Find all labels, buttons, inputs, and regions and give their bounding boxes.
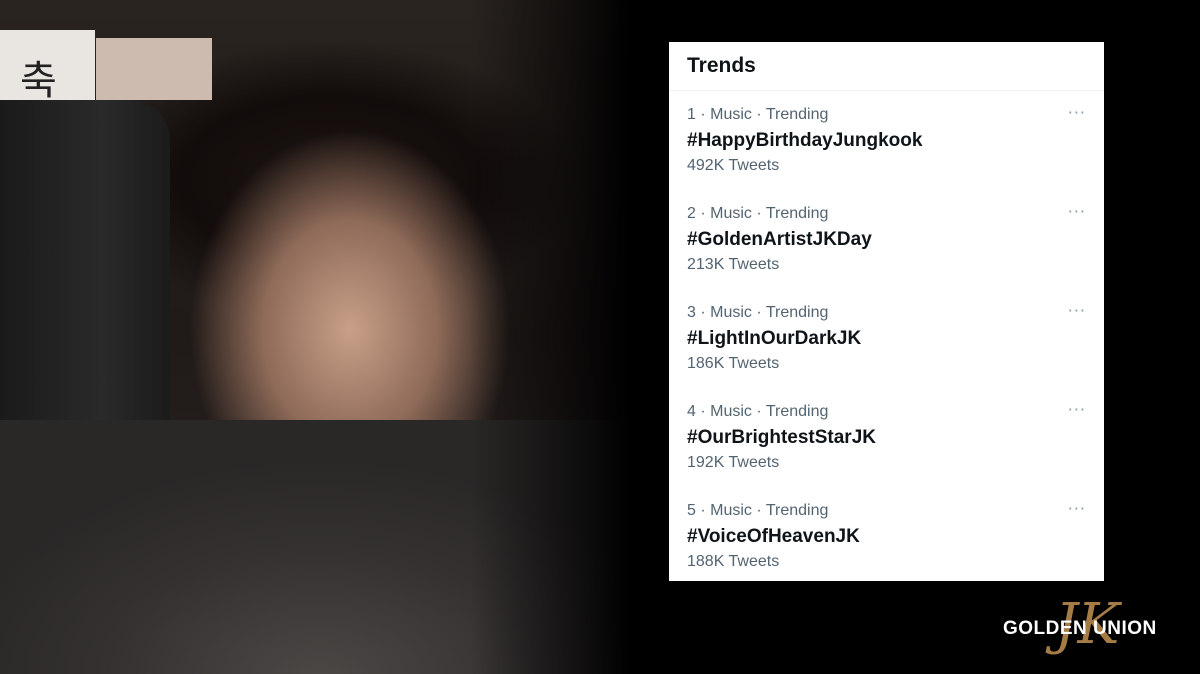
poster-text: 축 xyxy=(20,58,57,104)
photo-fade xyxy=(470,0,630,674)
trend-tweet-count: 186K Tweets xyxy=(687,355,780,372)
trend-category: · Music · Trending xyxy=(700,205,829,222)
wall-photo xyxy=(96,38,212,100)
trend-meta: 3 · Music · Trending xyxy=(687,303,1086,323)
golden-union-logo: JK GOLDEN UNION xyxy=(1000,592,1180,662)
trend-rank: 2 xyxy=(687,205,696,222)
trend-tweet-count: 188K Tweets xyxy=(687,553,780,570)
trend-meta: 2 · Music · Trending xyxy=(687,204,1086,224)
trend-meta: 5 · Music · Trending xyxy=(687,501,1086,521)
trend-meta: 1 · Music · Trending xyxy=(687,105,1086,125)
trend-tweet-count: 213K Tweets xyxy=(687,256,780,273)
trend-category: · Music · Trending xyxy=(700,106,829,123)
more-options-icon[interactable]: ··· xyxy=(1068,499,1086,518)
trends-header: Trends xyxy=(669,42,1104,91)
trend-category: · Music · Trending xyxy=(700,502,829,519)
trend-item[interactable]: 1 · Music · Trending #HappyBirthdayJungk… xyxy=(669,91,1104,190)
more-options-icon[interactable]: ··· xyxy=(1068,400,1086,419)
trend-rank: 3 xyxy=(687,304,696,321)
trend-item[interactable]: 2 · Music · Trending #GoldenArtistJKDay … xyxy=(669,190,1104,289)
trend-meta: 4 · Music · Trending xyxy=(687,402,1086,422)
trend-hashtag[interactable]: #GoldenArtistJKDay xyxy=(687,227,1086,253)
trend-rank: 5 xyxy=(687,502,696,519)
trend-item[interactable]: 4 · Music · Trending #OurBrightestStarJK… xyxy=(669,388,1104,487)
trend-category: · Music · Trending xyxy=(700,403,829,420)
trend-hashtag[interactable]: #VoiceOfHeavenJK xyxy=(687,524,1086,550)
more-options-icon[interactable]: ··· xyxy=(1068,202,1086,221)
more-options-icon[interactable]: ··· xyxy=(1068,301,1086,320)
trend-item[interactable]: 3 · Music · Trending #LightInOurDarkJK 1… xyxy=(669,289,1104,388)
trend-category: · Music · Trending xyxy=(700,304,829,321)
trends-card: Trends 1 · Music · Trending #HappyBirthd… xyxy=(669,42,1104,581)
trends-title: Trends xyxy=(687,54,756,77)
trend-hashtag[interactable]: #OurBrightestStarJK xyxy=(687,425,1086,451)
trend-tweet-count: 492K Tweets xyxy=(687,157,780,174)
trend-rank: 4 xyxy=(687,403,696,420)
trend-rank: 1 xyxy=(687,106,696,123)
trend-item[interactable]: 5 · Music · Trending #VoiceOfHeavenJK 18… xyxy=(669,487,1104,586)
more-options-icon[interactable]: ··· xyxy=(1068,103,1086,122)
portrait-photo: 축 xyxy=(0,0,630,674)
logo-text: GOLDEN UNION xyxy=(1003,618,1157,639)
trend-tweet-count: 192K Tweets xyxy=(687,454,780,471)
trend-hashtag[interactable]: #LightInOurDarkJK xyxy=(687,326,1086,352)
trend-hashtag[interactable]: #HappyBirthdayJungkook xyxy=(687,128,1086,154)
